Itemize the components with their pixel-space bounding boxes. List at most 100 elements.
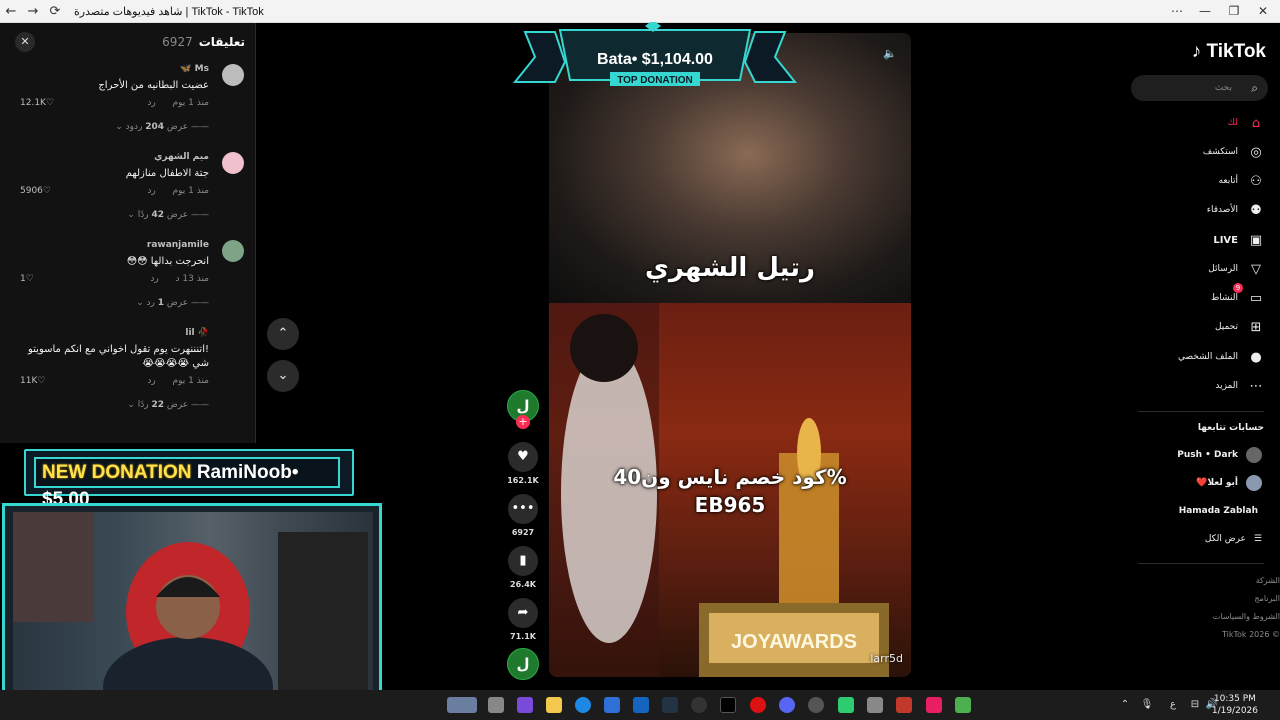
video-username[interactable]: larr5d	[870, 652, 903, 665]
see-all-link[interactable]: ☰ عرض الكل	[1205, 530, 1262, 548]
steam-icon[interactable]	[662, 697, 678, 713]
search-input[interactable]: بحث ⌕	[1131, 75, 1268, 101]
nav-messages[interactable]: ▽ الرسائل	[1208, 258, 1266, 280]
reply-button[interactable]: رد	[147, 186, 155, 196]
search-icon[interactable]: ⌕	[1251, 75, 1258, 101]
avatar[interactable]	[222, 64, 244, 86]
close-comments-button[interactable]: ✕	[15, 32, 35, 52]
language-indicator[interactable]: ع	[1166, 690, 1180, 720]
comment-text: عضيت البطانيه من الأحراج	[98, 80, 209, 91]
comment-username[interactable]: rawanjamile	[10, 238, 209, 252]
search-placeholder: بحث	[1214, 83, 1232, 93]
tiktok-app-icon[interactable]	[720, 697, 736, 713]
comment-time: منذ 1 يوم	[172, 376, 209, 386]
reply-button[interactable]: رد	[147, 376, 155, 386]
save-action[interactable]: ▮ 26.4K	[505, 546, 541, 589]
nav-live[interactable]: ▣ LIVE	[1213, 229, 1266, 251]
tiktok-logo[interactable]: ♪ TikTok	[1192, 41, 1266, 63]
comment-meta: منذ 1 يوم رد 12.1K♡	[10, 98, 209, 111]
edge-icon[interactable]	[575, 697, 591, 713]
back-button[interactable]: ←	[0, 4, 22, 19]
reply-button[interactable]: رد	[147, 98, 155, 108]
comment-username[interactable]: Ms 🦋	[10, 62, 209, 76]
nav-friends[interactable]: ⚉ الأصدقاء	[1207, 199, 1266, 221]
nav-following[interactable]: ⚇ أتابعه	[1219, 170, 1266, 192]
weather-widget-icon[interactable]	[447, 697, 477, 713]
volume-icon[interactable]: 🔈	[883, 47, 897, 61]
reload-button[interactable]: ⟳	[44, 4, 66, 19]
share-icon[interactable]: ➦	[508, 598, 538, 628]
share-action[interactable]: ➦ 71.1K	[505, 598, 541, 641]
comment-username[interactable]: 🥀 lil	[10, 326, 209, 340]
heart-icon[interactable]: ♥	[508, 442, 538, 472]
footer-program[interactable]: البرنامج	[1210, 594, 1280, 603]
like-action[interactable]: ♥ 162.1K	[505, 442, 541, 485]
network-icon[interactable]: ⊟	[1188, 690, 1202, 720]
app-icon-red[interactable]	[896, 697, 912, 713]
nav-for-you[interactable]: ⌂ لك	[1228, 112, 1266, 134]
following-account[interactable]: Push • Dark	[1177, 446, 1262, 464]
window-title: شاهد فيديوهات متصدرة | TikTok - TikTok	[74, 5, 264, 18]
copilot-icon[interactable]	[517, 697, 533, 713]
avatar[interactable]	[222, 240, 244, 262]
comment-icon[interactable]: •••	[508, 494, 538, 524]
opera-icon[interactable]	[750, 697, 766, 713]
previous-video-button[interactable]: ⌃	[267, 318, 299, 350]
like-count[interactable]: 11K♡	[20, 376, 45, 386]
view-replies-button[interactable]: —— عرض 22 ردًا ⌄	[10, 400, 209, 410]
tiktok-live-icon[interactable]	[926, 697, 942, 713]
whatsapp-icon[interactable]	[838, 697, 854, 713]
top-donation-banner: Bata• $1,104.00 TOP DONATION	[512, 22, 798, 86]
avatar[interactable]	[222, 152, 244, 174]
follow-plus-icon[interactable]: +	[516, 415, 530, 429]
next-video-button[interactable]: ⌄	[267, 360, 299, 392]
creator-avatar[interactable]: ل +	[505, 390, 541, 429]
like-count[interactable]: 12.1K♡	[20, 98, 54, 108]
comment-text: جتة الاطفال منازلهم	[125, 168, 209, 179]
nav-activity[interactable]: ▭ النشاط 9	[1211, 283, 1266, 309]
view-replies-button[interactable]: —— عرض 204 ردود ⌄	[10, 122, 209, 132]
close-window-button[interactable]: ✕	[1248, 0, 1278, 23]
save-count: 26.4K	[510, 580, 536, 589]
bookmark-icon[interactable]: ▮	[508, 546, 538, 576]
comment-username[interactable]: ميم الشهري	[10, 150, 209, 164]
media-icon[interactable]	[691, 697, 707, 713]
nav-profile[interactable]: ● الملف الشخصي	[1178, 346, 1266, 368]
nav-explore[interactable]: ◎ استكشف	[1203, 141, 1266, 163]
footer-copyright: © 2026 TikTok	[1221, 630, 1280, 639]
like-count[interactable]: 1♡	[20, 274, 34, 284]
task-view-icon[interactable]	[488, 697, 504, 713]
video-player[interactable]: JOYAWARDS رتيل الشهري كود خصم نايس ون40%…	[549, 33, 911, 677]
comment-action[interactable]: ••• 6927	[505, 494, 541, 537]
reply-button[interactable]: رد	[150, 274, 158, 284]
footer-company[interactable]: الشركة	[1210, 576, 1280, 585]
new-donation-alert: NEW DONATION RamiNoob• $5.00	[24, 449, 354, 510]
store-icon[interactable]	[604, 697, 620, 713]
browser-menu-button[interactable]: ⋯	[1162, 0, 1192, 23]
minimize-button[interactable]: —	[1190, 0, 1220, 23]
nav-more[interactable]: ⋯ المزيد	[1215, 375, 1266, 397]
outlook-icon[interactable]	[633, 697, 649, 713]
nav-upload[interactable]: ⊞ تحميل	[1215, 316, 1266, 338]
footer-terms[interactable]: الشروط والسياسات	[1210, 612, 1280, 621]
forward-button[interactable]: →	[22, 4, 44, 19]
following-account[interactable]: Hamada Zablah	[1179, 502, 1258, 520]
file-explorer-icon[interactable]	[546, 697, 562, 713]
view-replies-button[interactable]: —— عرض 42 ردًا ⌄	[10, 210, 209, 220]
like-count[interactable]: 5906♡	[20, 186, 51, 196]
app-icon-green[interactable]	[955, 697, 971, 713]
restore-button[interactable]: ❐	[1219, 0, 1249, 23]
taskbar: ⌃ 🎙 ع ⊟ 🔊 10:35 PM 1/19/2026	[0, 690, 1280, 720]
music-disc[interactable]: ل	[505, 648, 541, 680]
discord-icon[interactable]	[779, 697, 795, 713]
system-clock[interactable]: 10:35 PM 1/19/2026	[1212, 693, 1258, 717]
following-account[interactable]: أبو لعلا❤️	[1196, 474, 1262, 492]
music-avatar-initial[interactable]: ل	[507, 648, 539, 680]
inbox-icon: ▭	[1249, 290, 1263, 306]
obs-icon[interactable]	[808, 697, 824, 713]
app-icon[interactable]	[867, 697, 883, 713]
avatar[interactable]	[222, 328, 244, 350]
microphone-icon[interactable]: 🎙	[1140, 690, 1154, 720]
show-hidden-icons[interactable]: ⌃	[1118, 690, 1132, 720]
view-replies-button[interactable]: —— عرض 1 رد ⌄	[10, 298, 209, 308]
